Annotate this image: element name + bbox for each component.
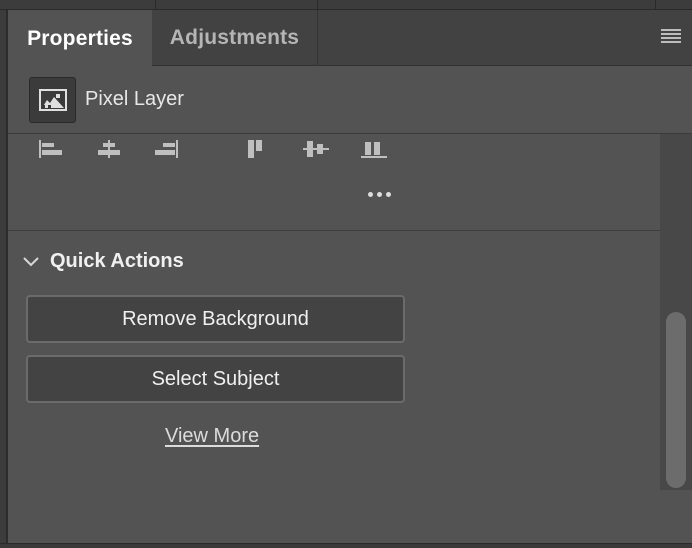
- align-right-edges-icon[interactable]: [153, 138, 181, 160]
- panel-tab-bar: Properties Adjustments: [8, 10, 692, 67]
- layer-info-row: Pixel Layer: [8, 67, 692, 134]
- align-toolbar: [8, 134, 660, 234]
- more-options-icon[interactable]: [368, 189, 398, 199]
- align-horizontal-centers-icon[interactable]: [95, 138, 123, 160]
- align-left-edges-icon[interactable]: [36, 138, 64, 160]
- quick-actions-header[interactable]: Quick Actions: [22, 250, 184, 273]
- pixel-layer-icon: [29, 77, 76, 123]
- quick-actions-title: Quick Actions: [50, 250, 184, 272]
- view-more-link[interactable]: View More: [165, 425, 259, 448]
- select-subject-button[interactable]: Select Subject: [26, 355, 405, 403]
- remove-background-button[interactable]: Remove Background: [26, 295, 405, 343]
- left-dock-edge: [0, 10, 7, 548]
- layer-name-label: Pixel Layer: [85, 88, 184, 110]
- top-strip: [0, 0, 692, 10]
- align-bottom-edges-icon[interactable]: [360, 138, 388, 160]
- align-top-edges-icon[interactable]: [245, 138, 273, 160]
- align-vertical-centers-icon[interactable]: [302, 138, 330, 160]
- panel-menu-icon[interactable]: [661, 29, 681, 45]
- scrollbar-thumb[interactable]: [666, 312, 686, 488]
- section-divider: [8, 230, 660, 231]
- tab-adjustments[interactable]: Adjustments: [152, 10, 318, 66]
- bottom-edge: [0, 543, 692, 548]
- tab-properties[interactable]: Properties: [8, 10, 152, 67]
- properties-panel: Properties Adjustments Pixel Layer Quick…: [7, 10, 692, 545]
- chevron-down-icon: [23, 256, 39, 266]
